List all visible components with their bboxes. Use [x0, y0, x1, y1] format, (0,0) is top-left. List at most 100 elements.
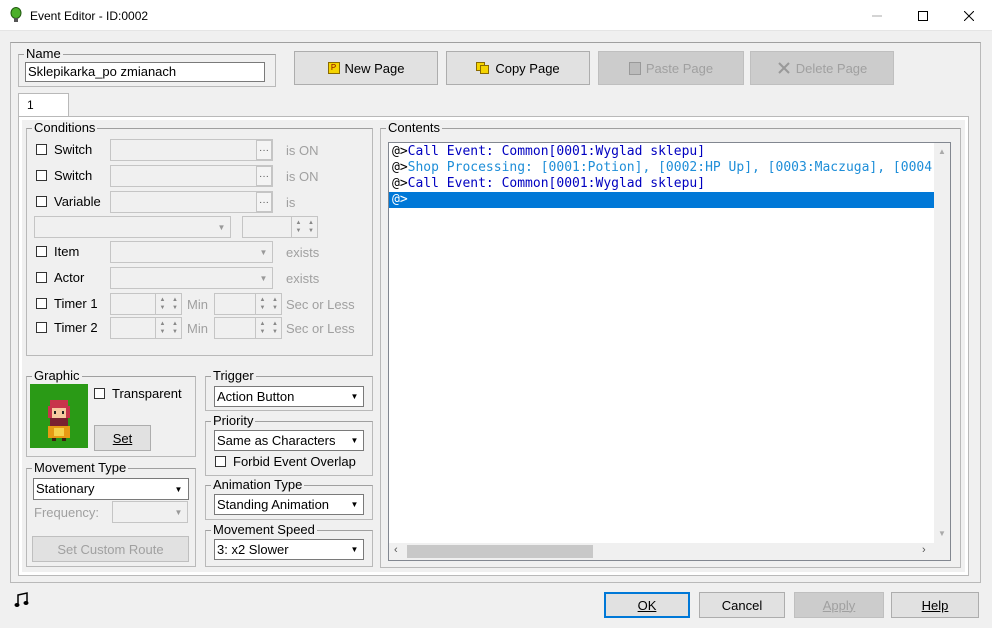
trigger-label: Trigger	[211, 368, 256, 383]
close-icon	[964, 10, 974, 21]
movement-speed-select[interactable]: 3: x2 Slower	[214, 539, 364, 560]
switch2-checkbox[interactable]	[36, 170, 47, 181]
switch1-checkbox[interactable]	[36, 144, 47, 155]
command-row[interactable]: @>Shop Processing: [0001:Potion], [0002:…	[392, 160, 950, 176]
timer1-min-spinner-2[interactable]: ▲ ▼	[168, 294, 182, 314]
scroll-left-icon[interactable]: ‹	[394, 544, 398, 556]
ok-button[interactable]: OK	[604, 592, 690, 618]
animation-type-select[interactable]: Standing Animation	[214, 494, 364, 515]
timer2-min-spinner[interactable]: ▲ ▼	[155, 318, 169, 338]
vertical-scrollbar[interactable]: ▲ ▼	[934, 143, 950, 544]
variable-compare-select[interactable]	[34, 216, 231, 238]
variable-browse-button[interactable]: ···	[256, 192, 272, 212]
switch1-label: Switch	[54, 142, 93, 157]
delete-page-icon	[778, 62, 790, 74]
window-title: Event Editor - ID:0002	[30, 9, 149, 23]
cancel-button[interactable]: Cancel	[699, 592, 785, 618]
maximize-button[interactable]	[900, 0, 946, 31]
variable-field[interactable]	[110, 191, 273, 213]
timer2-sec-spinner[interactable]: ▲ ▼	[255, 318, 269, 338]
minimize-icon	[872, 15, 882, 16]
timer1-sec-spinner[interactable]: ▲ ▼	[255, 294, 269, 314]
scroll-up-icon[interactable]: ▲	[938, 147, 946, 156]
new-page-icon: P	[327, 62, 340, 74]
movement-speed-label: Movement Speed	[211, 522, 317, 537]
movement-type-value: Stationary	[36, 481, 95, 496]
timer1-checkbox[interactable]	[36, 298, 47, 309]
timer2-min-label: Min	[187, 321, 208, 336]
close-button[interactable]	[946, 0, 992, 31]
scroll-right-icon[interactable]: ›	[922, 544, 926, 556]
command-text: Shop Processing: [0001:Potion], [0002:HP…	[407, 160, 951, 175]
variable-value-spinner[interactable]: ▲ ▼	[291, 217, 305, 237]
command-prefix: @>	[392, 176, 408, 191]
horizontal-scrollbar[interactable]: ‹ ›	[389, 543, 934, 560]
name-input[interactable]: Sklepikarka_po zmianach	[25, 62, 265, 82]
minimize-button[interactable]	[854, 0, 900, 31]
tab-page-1[interactable]: 1	[18, 93, 69, 117]
switch2-browse-button[interactable]: ···	[256, 166, 272, 186]
switch2-suffix: is ON	[286, 169, 319, 184]
apply-button[interactable]: Apply	[794, 592, 884, 618]
switch2-label: Switch	[54, 168, 93, 183]
ok-label: OK	[637, 597, 657, 613]
variable-checkbox[interactable]	[36, 196, 47, 207]
new-page-button[interactable]: P New Page	[294, 51, 438, 85]
item-select[interactable]	[110, 241, 273, 263]
scroll-down-icon[interactable]: ▼	[938, 529, 946, 538]
timer2-min-spinner-2[interactable]: ▲ ▼	[168, 318, 182, 338]
help-label: Help	[921, 597, 949, 613]
frequency-dropdown-icon: ▼	[174, 507, 183, 517]
switch2-field[interactable]	[110, 165, 273, 187]
trigger-select[interactable]: Action Button	[214, 386, 364, 407]
command-prefix: @>	[392, 160, 408, 175]
movement-type-dropdown-icon: ▼	[174, 484, 183, 494]
event-command-list[interactable]: @>Call Event: Common[0001:Wyglad sklepu]…	[388, 142, 951, 561]
cancel-label: Cancel	[721, 597, 763, 613]
trigger-value: Action Button	[217, 389, 295, 404]
character-graphic[interactable]	[30, 384, 88, 448]
command-row[interactable]: @>Call Event: Common[0001:Wyglad sklepu]	[392, 144, 932, 160]
timer1-min-label: Min	[187, 297, 208, 312]
timer1-label: Timer 1	[54, 296, 98, 311]
timer1-sec-label: Sec or Less	[286, 297, 355, 312]
priority-select[interactable]: Same as Characters	[214, 430, 364, 451]
priority-dropdown-icon: ▼	[350, 435, 359, 445]
forbid-overlap-checkbox[interactable]	[215, 456, 226, 467]
forbid-overlap-label: Forbid Event Overlap	[233, 454, 356, 469]
contents-label: Contents	[386, 120, 443, 135]
delete-page-button[interactable]: Delete Page	[750, 51, 894, 85]
timer2-checkbox[interactable]	[36, 322, 47, 333]
variable-label: Variable	[54, 194, 101, 209]
timer2-label: Timer 2	[54, 320, 98, 335]
command-row-selected[interactable]: @>	[389, 192, 934, 208]
timer1-sec-spinner-2[interactable]: ▲ ▼	[268, 294, 282, 314]
actor-checkbox[interactable]	[36, 272, 47, 283]
set-custom-route-button[interactable]: Set Custom Route	[32, 536, 189, 562]
switch1-suffix: is ON	[286, 143, 319, 158]
paste-page-button[interactable]: Paste Page	[598, 51, 744, 85]
item-checkbox[interactable]	[36, 246, 47, 257]
command-text: Call Event: Common[0001:Wyglad sklepu]	[407, 144, 706, 159]
switch1-field[interactable]	[110, 139, 273, 161]
transparent-checkbox[interactable]	[94, 388, 105, 399]
tab-label: 1	[27, 98, 34, 112]
animation-type-dropdown-icon: ▼	[350, 499, 359, 509]
trigger-dropdown-icon: ▼	[350, 391, 359, 401]
movement-type-label: Movement Type	[32, 460, 129, 475]
command-row[interactable]: @>Call Event: Common[0001:Wyglad sklepu]	[392, 176, 932, 192]
variable-value-spinner-2[interactable]: ▲ ▼	[304, 217, 318, 237]
actor-dropdown-icon: ▼	[259, 273, 268, 283]
timer2-sec-spinner-2[interactable]: ▲ ▼	[268, 318, 282, 338]
copy-page-button[interactable]: Copy Page	[446, 51, 590, 85]
priority-label: Priority	[211, 413, 256, 428]
paste-page-icon	[628, 61, 641, 75]
movement-type-select[interactable]: Stationary	[33, 478, 189, 500]
switch1-browse-button[interactable]: ···	[256, 140, 272, 160]
timer1-min-spinner[interactable]: ▲ ▼	[155, 294, 169, 314]
actor-select[interactable]	[110, 267, 273, 289]
music-note-icon[interactable]	[14, 592, 30, 608]
horizontal-scroll-thumb[interactable]	[407, 545, 593, 558]
set-graphic-button[interactable]: Set	[94, 425, 151, 451]
help-button[interactable]: Help	[891, 592, 979, 618]
